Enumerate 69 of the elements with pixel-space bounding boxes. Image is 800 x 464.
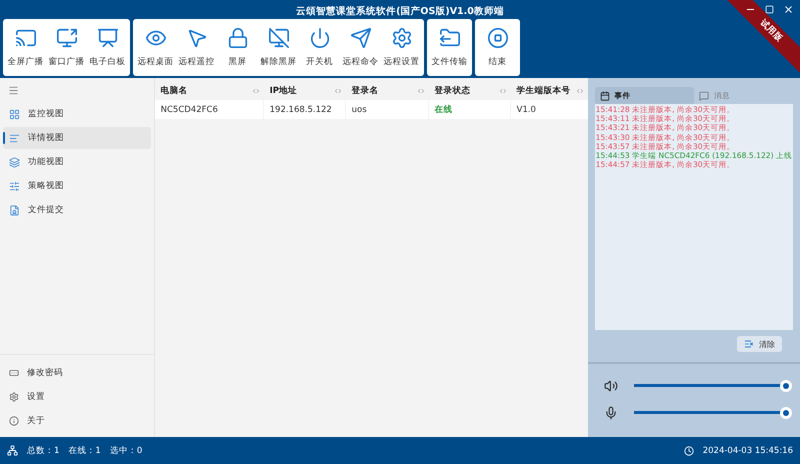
clear-list-icon	[744, 339, 754, 349]
whiteboard-icon	[96, 27, 118, 49]
sidebar-item[interactable]: 功能视图	[3, 151, 151, 173]
window-title: 云頌智慧课堂系统软件(国产OS版)V1.0教师端	[296, 4, 504, 19]
column-header[interactable]: 电脑名	[154, 81, 264, 100]
sort-icon	[334, 86, 342, 94]
toolbar-button[interactable]: 远程遥控	[176, 19, 217, 76]
cast-icon	[14, 27, 36, 49]
column-header[interactable]: 学生端版本号	[510, 81, 588, 100]
monitor-off-icon	[268, 27, 290, 49]
sidebar-item[interactable]: 详情视图	[3, 127, 151, 149]
sidebar-item[interactable]: 修改密码	[3, 362, 151, 384]
sidebar-item[interactable]: 设置	[3, 386, 151, 408]
power-icon	[308, 27, 330, 49]
toolbar-button[interactable]: 电子白板	[87, 19, 128, 76]
clock-icon	[684, 446, 694, 456]
table-cell: uos	[346, 100, 428, 119]
column-header[interactable]: 登录名	[346, 81, 429, 100]
lock-icon	[226, 27, 248, 49]
toolbar-button[interactable]: 开关机	[299, 19, 340, 76]
sidebar-item[interactable]: 策略视图	[3, 175, 151, 197]
column-header[interactable]: IP地址	[264, 81, 346, 100]
table-cell: NC5CD42FC6	[154, 100, 263, 119]
info-icon	[9, 416, 19, 426]
send-icon	[350, 27, 372, 49]
status-text: 总数：1	[27, 444, 60, 456]
sort-icon	[416, 86, 425, 94]
toolbar-button[interactable]: 解除黑屏	[258, 19, 299, 76]
list-icon	[9, 132, 20, 144]
folder-icon	[438, 27, 460, 49]
network-icon	[7, 445, 18, 456]
toolbar-button[interactable]: 结束	[477, 19, 518, 76]
grid-icon	[9, 108, 20, 120]
microphone-icon[interactable]	[604, 406, 618, 420]
toolbar-button[interactable]: 远程设置	[381, 19, 422, 76]
speaker-icon[interactable]	[604, 378, 618, 392]
sliders-icon	[9, 180, 20, 192]
menu-icon[interactable]	[8, 84, 19, 96]
status-text: 选中：0	[110, 444, 142, 456]
sort-icon	[576, 86, 584, 94]
message-icon	[698, 90, 709, 100]
file-icon	[9, 204, 20, 216]
password-icon	[9, 368, 19, 378]
toolbar-button[interactable]: 远程桌面	[135, 19, 176, 76]
status-text: 在线：1	[68, 444, 101, 456]
settings-icon	[9, 392, 19, 402]
screen-share-icon	[56, 27, 78, 49]
settings-icon	[390, 27, 412, 49]
column-header[interactable]: 登录状态	[428, 81, 511, 100]
sidebar-item[interactable]: 关于	[3, 410, 151, 432]
date-time: 2024-04-03 15:45:16	[702, 446, 793, 456]
toolbar-button[interactable]: 远程命令	[340, 19, 381, 76]
sidebar-item[interactable]: 文件提交	[3, 199, 151, 221]
layers-icon	[9, 156, 20, 168]
table-cell: V1.0	[510, 100, 588, 119]
sidebar-item[interactable]: 监控视图	[3, 103, 151, 125]
calendar-icon	[600, 90, 610, 100]
close-icon[interactable]	[783, 4, 794, 15]
toolbar-button[interactable]: 全屏广播	[5, 19, 46, 76]
table-cell: 在线	[428, 100, 510, 119]
sort-icon	[498, 86, 507, 94]
clear-button[interactable]: 清除	[737, 336, 782, 352]
maximize-icon[interactable]	[765, 5, 774, 14]
table-cell: 192.168.5.122	[264, 100, 345, 119]
sort-icon	[252, 86, 260, 94]
toolbar-button[interactable]: 黑屏	[217, 19, 258, 76]
stop-icon	[486, 27, 508, 49]
toolbar-button[interactable]: 窗口广播	[46, 19, 87, 76]
toolbar-button[interactable]: 文件传输	[429, 19, 470, 76]
